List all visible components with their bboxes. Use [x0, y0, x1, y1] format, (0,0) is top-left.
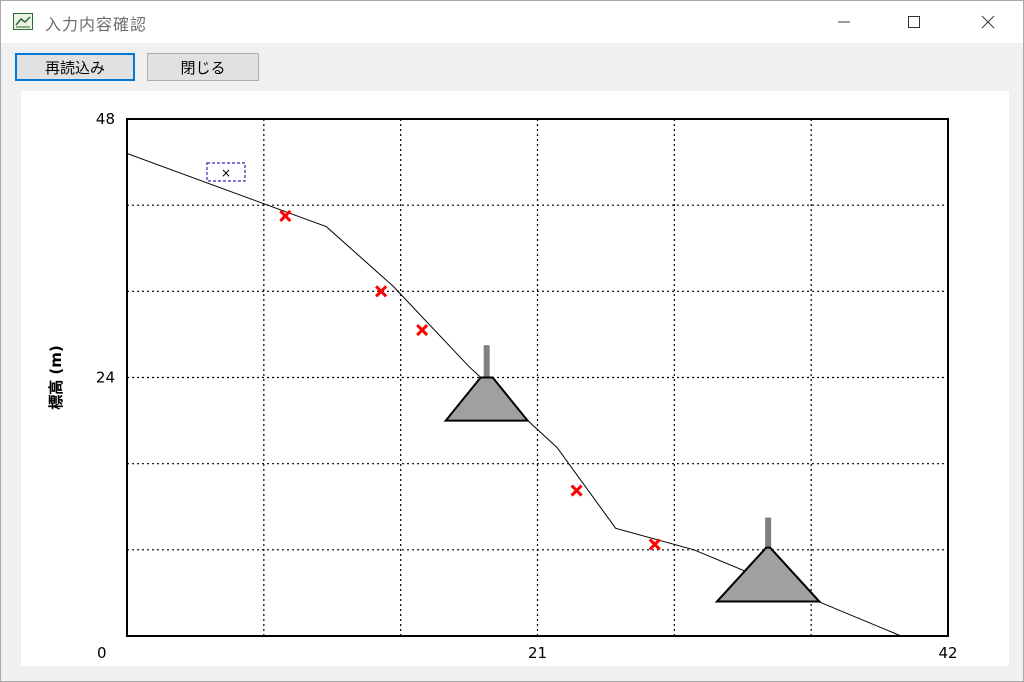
data-marker: [648, 538, 661, 551]
title-bar[interactable]: 入力内容確認: [1, 1, 1023, 43]
grid: [127, 119, 948, 636]
reload-button[interactable]: 再読込み: [15, 53, 135, 81]
markers: [279, 209, 661, 551]
app-icon: [13, 13, 33, 30]
y-axis-label: 標高 (m): [47, 345, 65, 410]
tick-labels: 0 21 42 24 48: [96, 110, 958, 662]
y-tick-label: 48: [96, 110, 115, 128]
small-structure: [443, 345, 530, 422]
y-tick-label: 24: [96, 369, 115, 387]
maximize-icon[interactable]: [891, 1, 937, 43]
minimize-icon[interactable]: [821, 1, 867, 43]
dialog-window: 入力内容確認 再読込み 閉じる 0 21 42 24 48 標高 (m) ×: [0, 0, 1024, 682]
data-marker: [570, 484, 583, 497]
legend-box: ×: [206, 162, 246, 182]
window-title: 入力内容確認: [45, 15, 148, 34]
data-marker: [279, 209, 292, 222]
structures: [443, 345, 822, 603]
close-button[interactable]: 閉じる: [147, 53, 259, 81]
data-marker: [416, 324, 429, 337]
x-tick-label: 0: [97, 644, 107, 662]
large-structure: [714, 517, 822, 603]
status-strip: [1, 666, 1023, 681]
close-icon[interactable]: [965, 1, 1011, 43]
profile-chart: 0 21 42 24 48 標高 (m) ×: [47, 110, 958, 662]
x-tick-label: 21: [528, 644, 547, 662]
chart-panel: 0 21 42 24 48 標高 (m) ×: [21, 91, 1009, 666]
legend-marker: ×: [221, 166, 231, 180]
x-tick-label: 42: [938, 644, 957, 662]
